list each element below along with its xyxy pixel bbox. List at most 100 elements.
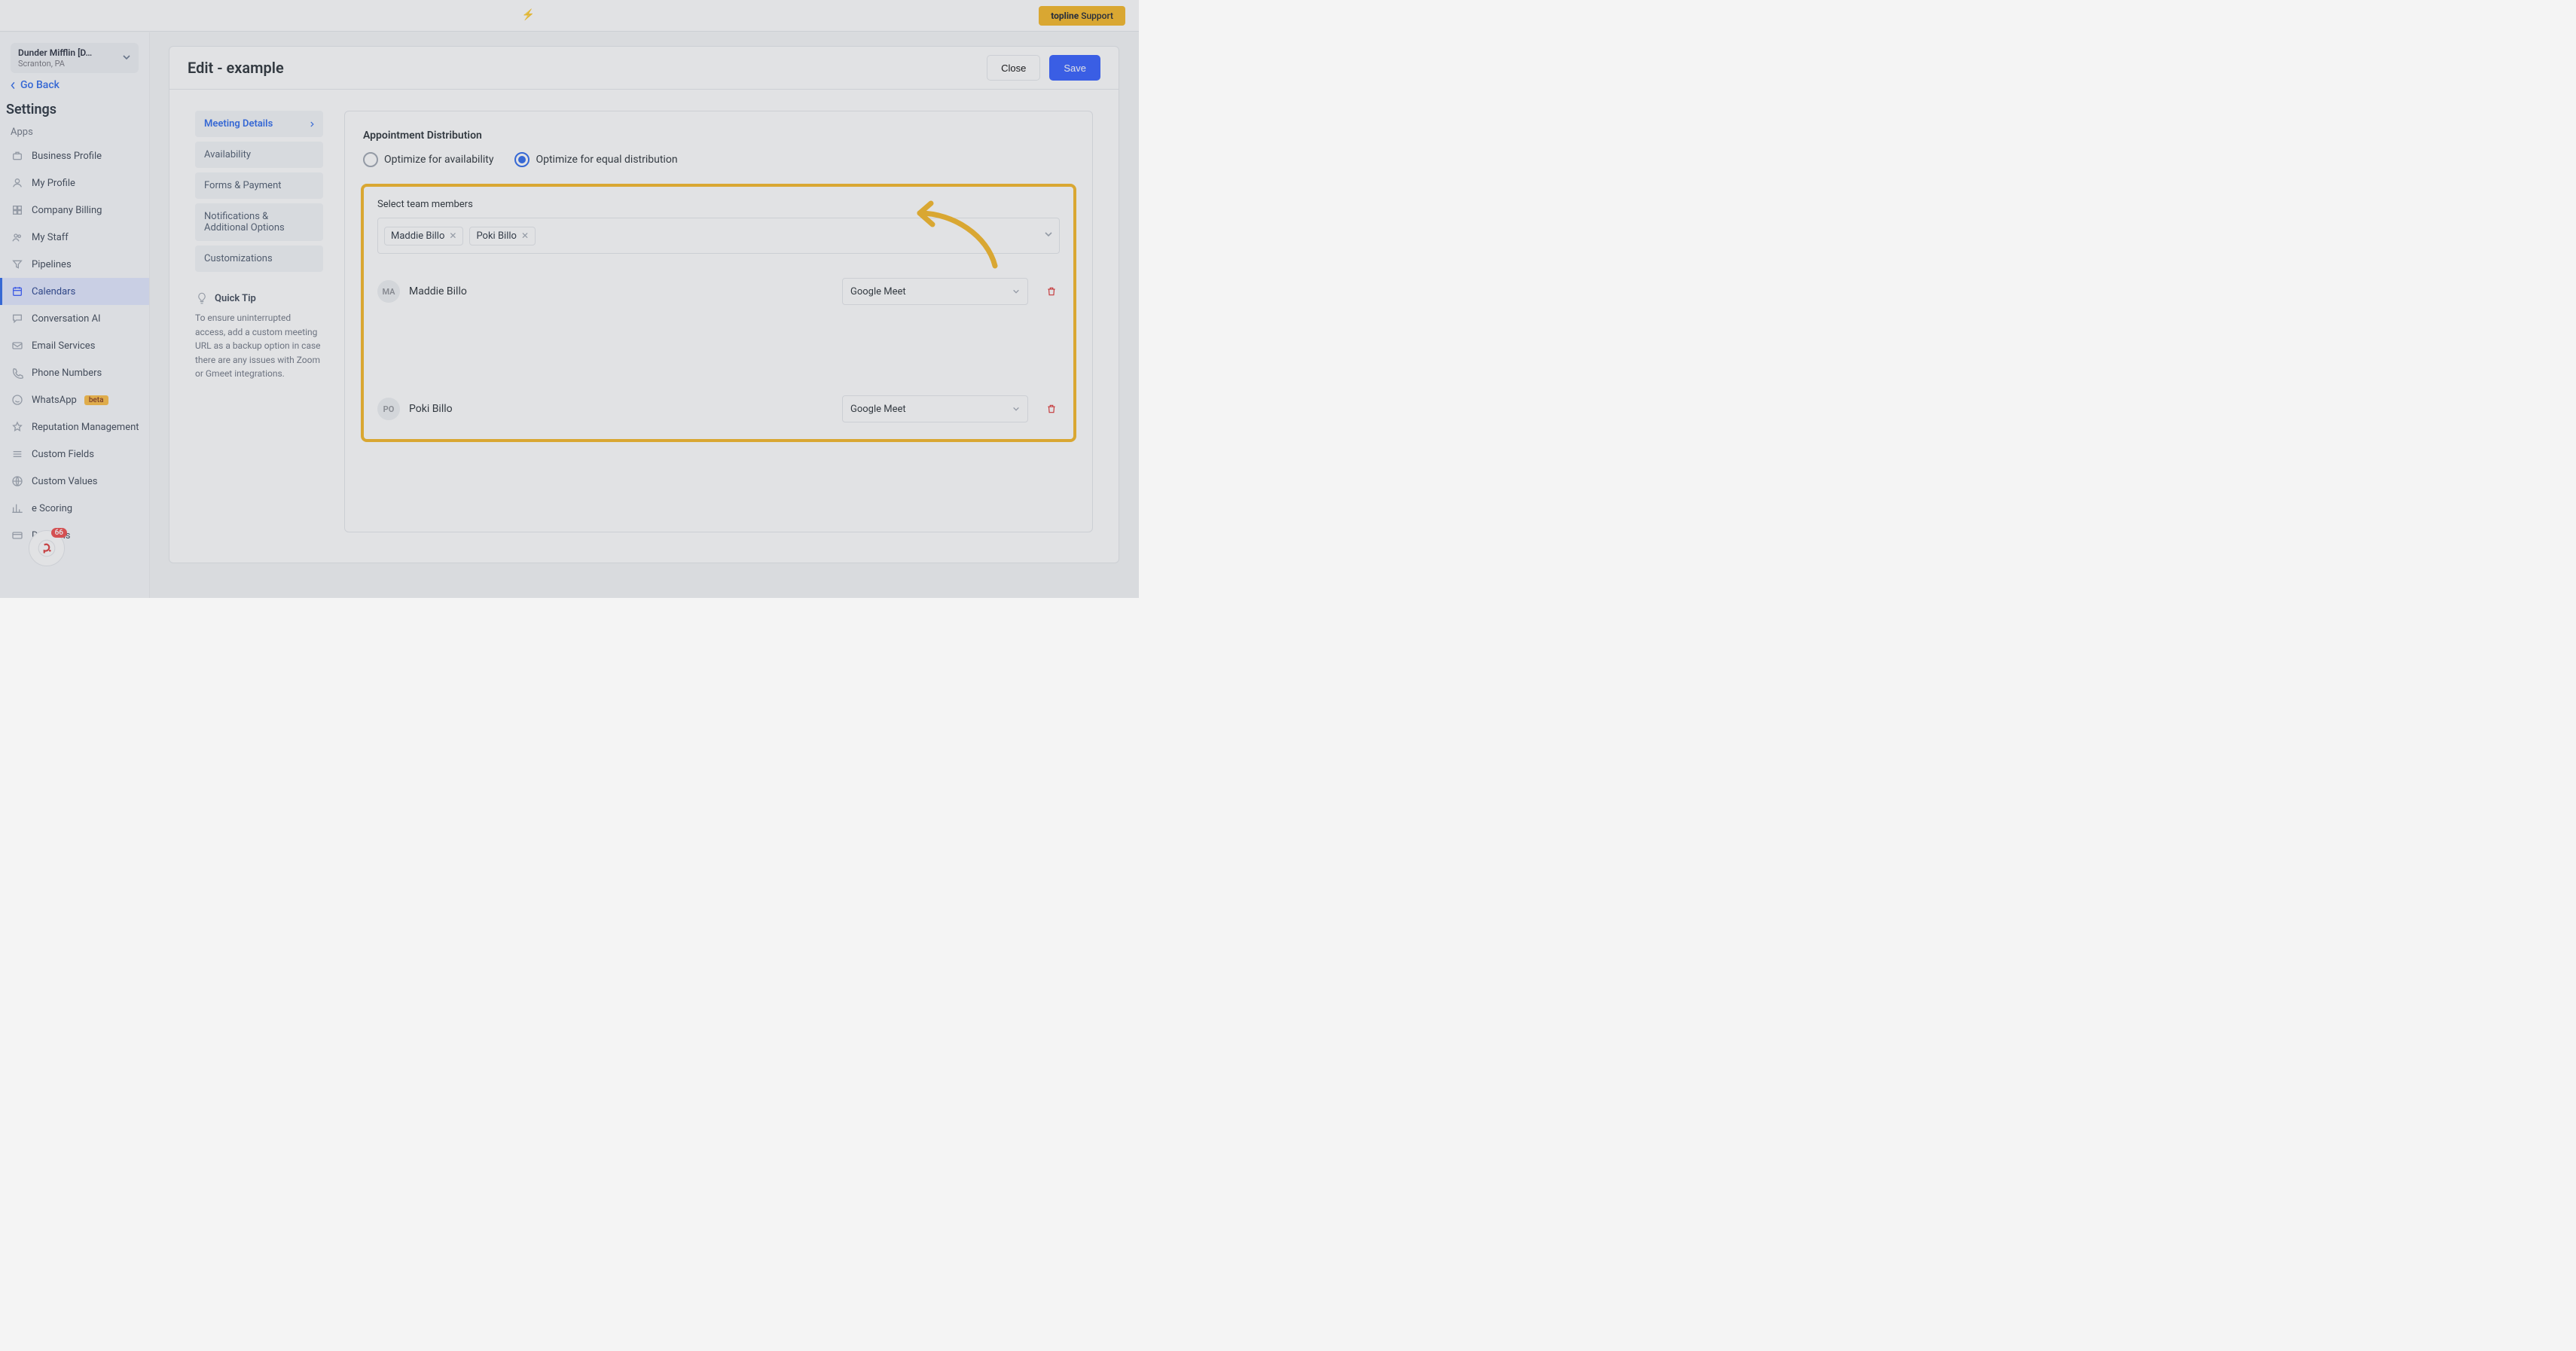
sidebar-item-whatsapp[interactable]: WhatsAppbeta	[0, 386, 149, 413]
avatar: MA	[377, 280, 400, 303]
bolt-icon: ⚡	[522, 0, 536, 31]
tabs-column: Meeting Details Availability Forms & Pay…	[195, 111, 323, 532]
sidebar-item-company-billing[interactable]: Company Billing	[0, 197, 149, 224]
chat-icon	[11, 312, 24, 325]
calendar-icon	[11, 285, 24, 298]
sidebar-item-custom-fields[interactable]: Custom Fields	[0, 441, 149, 468]
app-root: ⚡ topline Support Dunder Mifflin [D… Scr…	[0, 0, 1139, 598]
lightbulb-icon	[195, 291, 209, 305]
sidebar-item-pipelines[interactable]: Pipelines	[0, 251, 149, 278]
go-back-link[interactable]: Go Back	[11, 79, 139, 91]
close-button[interactable]: Close	[987, 55, 1040, 81]
chevron-down-icon[interactable]	[1044, 230, 1053, 242]
card-icon	[11, 529, 24, 542]
team-members-box: Select team members Maddie Billo ✕ Poki …	[361, 184, 1076, 442]
location-title: Dunder Mifflin [D…	[18, 47, 92, 58]
chip-remove-icon[interactable]: ✕	[449, 230, 456, 241]
tab-forms-payment[interactable]: Forms & Payment	[195, 172, 323, 199]
sidebar-item-phone-numbers[interactable]: Phone Numbers	[0, 359, 149, 386]
assistant-count: 66	[51, 528, 67, 538]
topbar-center: ⚡	[9, 0, 1039, 31]
tab-meeting-details[interactable]: Meeting Details	[195, 111, 323, 137]
tab-availability[interactable]: Availability	[195, 142, 323, 168]
settings-heading: Settings	[6, 102, 143, 117]
panel-body: Meeting Details Availability Forms & Pay…	[169, 90, 1119, 563]
trash-icon	[1046, 285, 1057, 297]
sidebar-item-my-profile[interactable]: My Profile	[0, 169, 149, 197]
sliders-icon	[11, 447, 24, 461]
location-switcher[interactable]: Dunder Mifflin [D… Scranton, PA	[11, 43, 139, 73]
main: Edit - example Close Save Meeting Detail…	[149, 32, 1139, 598]
star-icon	[11, 420, 24, 434]
sidebar-item-business-profile[interactable]: Business Profile	[0, 142, 149, 169]
chip-remove-icon[interactable]: ✕	[521, 230, 529, 241]
member-row: MA Maddie Billo Google Meet	[377, 278, 1060, 305]
users-icon	[11, 230, 24, 244]
tip-title: Quick Tip	[215, 293, 256, 304]
globe-icon	[11, 474, 24, 488]
radio-icon	[363, 152, 378, 167]
support-brand: topline	[1051, 11, 1079, 21]
sidebar-nav: Business Profile My Profile Company Bill…	[0, 142, 149, 549]
quick-tip: Quick Tip To ensure uninterrupted access…	[195, 291, 323, 381]
sidebar-item-scoring[interactable]: e Scoring	[0, 495, 149, 522]
sidebar-section-label: Apps	[11, 127, 139, 138]
member-name: Poki Billo	[409, 403, 453, 415]
select-value: Google Meet	[850, 286, 906, 297]
chip-label: Maddie Billo	[391, 230, 444, 242]
sidebar-item-my-staff[interactable]: My Staff	[0, 224, 149, 251]
beta-badge: beta	[84, 395, 108, 405]
sidebar-item-domains[interactable]: Domains	[0, 522, 149, 549]
tab-customizations[interactable]: Customizations	[195, 245, 323, 272]
briefcase-icon	[11, 149, 24, 163]
sidebar-item-conversation-ai[interactable]: Conversation AI	[0, 305, 149, 332]
radio-optimize-availability[interactable]: Optimize for availability	[363, 152, 493, 167]
radio-optimize-equal[interactable]: Optimize for equal distribution	[514, 152, 677, 167]
integration-select[interactable]: Google Meet	[842, 395, 1028, 422]
assistant-bubble[interactable]: 66	[29, 530, 65, 566]
delete-member-button[interactable]	[1046, 285, 1057, 297]
select-value: Google Meet	[850, 404, 906, 415]
sidebar-item-email-services[interactable]: Email Services	[0, 332, 149, 359]
phone-icon	[11, 366, 24, 380]
member-name: Maddie Billo	[409, 285, 467, 297]
member-row: PO Poki Billo Google Meet	[377, 395, 1060, 422]
funnel-icon	[11, 258, 24, 271]
support-button[interactable]: topline Support	[1039, 6, 1125, 26]
sidebar: Dunder Mifflin [D… Scranton, PA Go Back …	[0, 32, 150, 598]
mail-icon	[11, 339, 24, 352]
go-back-label: Go Back	[20, 79, 60, 91]
user-icon	[11, 176, 24, 190]
integration-select[interactable]: Google Meet	[842, 278, 1028, 305]
chevron-right-icon	[310, 120, 314, 128]
team-multi-select[interactable]: Maddie Billo ✕ Poki Billo ✕	[377, 218, 1060, 254]
chart-icon	[11, 502, 24, 515]
chip-label: Poki Billo	[476, 230, 517, 242]
avatar: PO	[377, 398, 400, 420]
assistant-icon	[37, 538, 56, 558]
topbar: ⚡ topline Support	[0, 0, 1139, 32]
support-label: Support	[1081, 11, 1113, 21]
sidebar-item-calendars[interactable]: Calendars	[0, 278, 149, 305]
content-panel: Appointment Distribution Optimize for av…	[344, 111, 1093, 532]
distribution-title: Appointment Distribution	[363, 130, 1074, 142]
tab-notifications[interactable]: Notifications & Additional Options	[195, 203, 323, 241]
delete-member-button[interactable]	[1046, 403, 1057, 415]
trash-icon	[1046, 403, 1057, 415]
tip-body: To ensure uninterrupted access, add a cu…	[195, 311, 323, 381]
location-sub: Scranton, PA	[18, 59, 65, 69]
distribution-radios: Optimize for availability Optimize for e…	[363, 152, 1074, 167]
chip-team-member: Maddie Billo ✕	[384, 227, 463, 245]
whatsapp-icon	[11, 393, 24, 407]
chevron-left-icon	[11, 81, 16, 90]
save-button[interactable]: Save	[1049, 55, 1100, 81]
panel-header: Edit - example Close Save	[169, 46, 1119, 90]
chevron-down-icon	[1012, 405, 1020, 413]
grid-icon	[11, 203, 24, 217]
chevron-down-icon	[122, 53, 131, 64]
chevron-down-icon	[1012, 288, 1020, 295]
sidebar-item-reputation[interactable]: Reputation Management	[0, 413, 149, 441]
radio-icon-checked	[514, 152, 530, 167]
chip-team-member: Poki Billo ✕	[469, 227, 536, 245]
sidebar-item-custom-values[interactable]: Custom Values	[0, 468, 149, 495]
